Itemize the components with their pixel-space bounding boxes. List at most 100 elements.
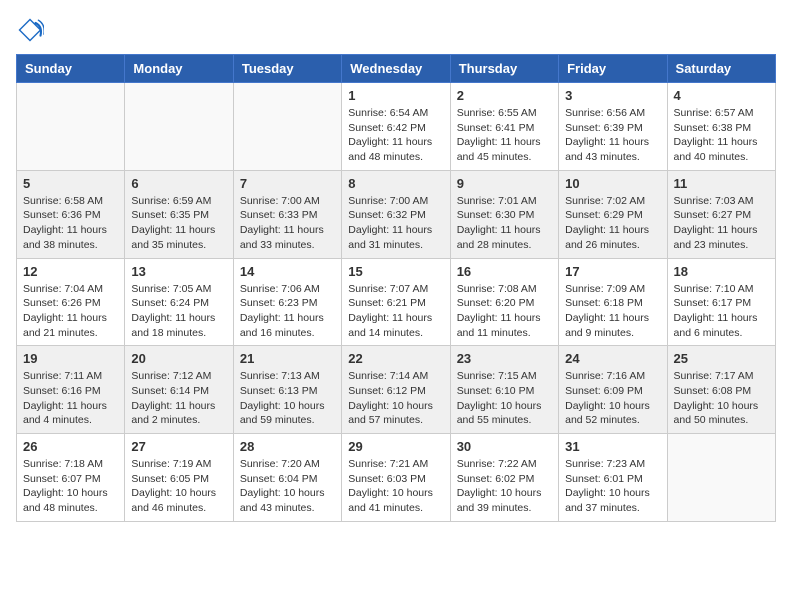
day-number: 4	[674, 88, 769, 103]
table-row: 24 Sunrise: 7:16 AM Sunset: 6:09 PM Dayli…	[559, 346, 667, 434]
day-info: Sunrise: 7:00 AM Sunset: 6:32 PM Dayligh…	[348, 194, 443, 253]
day-number: 23	[457, 351, 552, 366]
calendar-week-3: 12 Sunrise: 7:04 AM Sunset: 6:26 PM Dayli…	[17, 258, 776, 346]
day-number: 5	[23, 176, 118, 191]
day-info: Sunrise: 7:12 AM Sunset: 6:14 PM Dayligh…	[131, 369, 226, 428]
table-row	[667, 434, 775, 522]
day-info: Sunrise: 7:05 AM Sunset: 6:24 PM Dayligh…	[131, 282, 226, 341]
day-number: 15	[348, 264, 443, 279]
table-row: 22 Sunrise: 7:14 AM Sunset: 6:12 PM Dayli…	[342, 346, 450, 434]
day-info: Sunrise: 7:09 AM Sunset: 6:18 PM Dayligh…	[565, 282, 660, 341]
table-row	[125, 83, 233, 171]
day-number: 6	[131, 176, 226, 191]
day-info: Sunrise: 6:54 AM Sunset: 6:42 PM Dayligh…	[348, 106, 443, 165]
table-row: 16Sunrise: 7:08 AM Sunset: 6:20 PM Dayli…	[450, 258, 558, 346]
day-info: Sunrise: 7:16 AM Sunset: 6:09 PM Dayligh…	[565, 369, 660, 428]
calendar-table: Sunday Monday Tuesday Wednesday Thursday…	[16, 54, 776, 522]
table-row: 23 Sunrise: 7:15 AM Sunset: 6:10 PM Dayli…	[450, 346, 558, 434]
day-number: 19	[23, 351, 118, 366]
header-sunday: Sunday	[17, 55, 125, 83]
day-number: 21	[240, 351, 335, 366]
day-info: Sunrise: 7:11 AM Sunset: 6:16 PM Dayligh…	[23, 369, 118, 428]
day-info: Sunrise: 7:04 AM Sunset: 6:26 PM Dayligh…	[23, 282, 118, 341]
table-row: 8 Sunrise: 7:00 AM Sunset: 6:32 PM Daylig…	[342, 170, 450, 258]
table-row: 1 Sunrise: 6:54 AM Sunset: 6:42 PM Daylig…	[342, 83, 450, 171]
table-row: 26 Sunrise: 7:18 AM Sunset: 6:07 PM Dayli…	[17, 434, 125, 522]
header-wednesday: Wednesday	[342, 55, 450, 83]
day-number: 31	[565, 439, 660, 454]
table-row: 14 Sunrise: 7:06 AM Sunset: 6:23 PM Dayli…	[233, 258, 341, 346]
day-number: 22	[348, 351, 443, 366]
day-info: Sunrise: 6:58 AM Sunset: 6:36 PM Dayligh…	[23, 194, 118, 253]
table-row	[233, 83, 341, 171]
header-tuesday: Tuesday	[233, 55, 341, 83]
day-number: 25	[674, 351, 769, 366]
table-row: 12 Sunrise: 7:04 AM Sunset: 6:26 PM Dayli…	[17, 258, 125, 346]
day-number: 30	[457, 439, 552, 454]
header-thursday: Thursday	[450, 55, 558, 83]
table-row: 9 Sunrise: 7:01 AM Sunset: 6:30 PM Daylig…	[450, 170, 558, 258]
table-row	[17, 83, 125, 171]
day-info: Sunrise: 7:01 AM Sunset: 6:30 PM Dayligh…	[457, 194, 552, 253]
day-number: 14	[240, 264, 335, 279]
header-friday: Friday	[559, 55, 667, 83]
day-info: Sunrise: 6:59 AM Sunset: 6:35 PM Dayligh…	[131, 194, 226, 253]
day-info: Sunrise: 7:06 AM Sunset: 6:23 PM Dayligh…	[240, 282, 335, 341]
table-row: 2 Sunrise: 6:55 AM Sunset: 6:41 PM Daylig…	[450, 83, 558, 171]
calendar-week-5: 26 Sunrise: 7:18 AM Sunset: 6:07 PM Dayli…	[17, 434, 776, 522]
day-number: 9	[457, 176, 552, 191]
day-info: Sunrise: 7:02 AM Sunset: 6:29 PM Dayligh…	[565, 194, 660, 253]
day-number: 11	[674, 176, 769, 191]
logo-icon	[16, 16, 44, 44]
day-info: Sunrise: 7:13 AM Sunset: 6:13 PM Dayligh…	[240, 369, 335, 428]
day-number: 7	[240, 176, 335, 191]
table-row: 27 Sunrise: 7:19 AM Sunset: 6:05 PM Dayli…	[125, 434, 233, 522]
table-row: 6 Sunrise: 6:59 AM Sunset: 6:35 PM Daylig…	[125, 170, 233, 258]
header-saturday: Saturday	[667, 55, 775, 83]
day-number: 13	[131, 264, 226, 279]
table-row: 28 Sunrise: 7:20 AM Sunset: 6:04 PM Dayli…	[233, 434, 341, 522]
day-info: Sunrise: 7:18 AM Sunset: 6:07 PM Dayligh…	[23, 457, 118, 516]
day-number: 2	[457, 88, 552, 103]
day-info: Sunrise: 7:08 AM Sunset: 6:20 PM Dayligh…	[457, 282, 552, 341]
table-row: 18Sunrise: 7:10 AM Sunset: 6:17 PM Dayli…	[667, 258, 775, 346]
table-row: 30Sunrise: 7:22 AM Sunset: 6:02 PM Dayli…	[450, 434, 558, 522]
calendar-week-1: 1 Sunrise: 6:54 AM Sunset: 6:42 PM Daylig…	[17, 83, 776, 171]
day-number: 12	[23, 264, 118, 279]
day-number: 24	[565, 351, 660, 366]
day-number: 1	[348, 88, 443, 103]
day-number: 8	[348, 176, 443, 191]
weekday-header-row: Sunday Monday Tuesday Wednesday Thursday…	[17, 55, 776, 83]
day-info: Sunrise: 6:55 AM Sunset: 6:41 PM Dayligh…	[457, 106, 552, 165]
table-row: 15 Sunrise: 7:07 AM Sunset: 6:21 PM Dayli…	[342, 258, 450, 346]
day-number: 28	[240, 439, 335, 454]
header-monday: Monday	[125, 55, 233, 83]
day-number: 10	[565, 176, 660, 191]
table-row: 29Sunrise: 7:21 AM Sunset: 6:03 PM Dayli…	[342, 434, 450, 522]
page-header	[16, 16, 776, 44]
day-info: Sunrise: 7:19 AM Sunset: 6:05 PM Dayligh…	[131, 457, 226, 516]
logo	[16, 16, 50, 44]
day-info: Sunrise: 7:20 AM Sunset: 6:04 PM Dayligh…	[240, 457, 335, 516]
table-row: 3 Sunrise: 6:56 AM Sunset: 6:39 PM Daylig…	[559, 83, 667, 171]
day-info: Sunrise: 7:10 AM Sunset: 6:17 PM Dayligh…	[674, 282, 769, 341]
calendar-week-4: 19 Sunrise: 7:11 AM Sunset: 6:16 PM Dayli…	[17, 346, 776, 434]
day-info: Sunrise: 6:57 AM Sunset: 6:38 PM Dayligh…	[674, 106, 769, 165]
table-row: 19 Sunrise: 7:11 AM Sunset: 6:16 PM Dayli…	[17, 346, 125, 434]
table-row: 7Sunrise: 7:00 AM Sunset: 6:33 PM Daylig…	[233, 170, 341, 258]
table-row: 17Sunrise: 7:09 AM Sunset: 6:18 PM Dayli…	[559, 258, 667, 346]
table-row: 20Sunrise: 7:12 AM Sunset: 6:14 PM Dayli…	[125, 346, 233, 434]
day-number: 27	[131, 439, 226, 454]
table-row: 25 Sunrise: 7:17 AM Sunset: 6:08 PM Dayli…	[667, 346, 775, 434]
table-row: 13 Sunrise: 7:05 AM Sunset: 6:24 PM Dayli…	[125, 258, 233, 346]
day-number: 26	[23, 439, 118, 454]
day-info: Sunrise: 7:14 AM Sunset: 6:12 PM Dayligh…	[348, 369, 443, 428]
day-number: 3	[565, 88, 660, 103]
day-info: Sunrise: 6:56 AM Sunset: 6:39 PM Dayligh…	[565, 106, 660, 165]
day-info: Sunrise: 7:15 AM Sunset: 6:10 PM Dayligh…	[457, 369, 552, 428]
day-info: Sunrise: 7:07 AM Sunset: 6:21 PM Dayligh…	[348, 282, 443, 341]
table-row: 31Sunrise: 7:23 AM Sunset: 6:01 PM Dayli…	[559, 434, 667, 522]
table-row: 21 Sunrise: 7:13 AM Sunset: 6:13 PM Dayli…	[233, 346, 341, 434]
table-row: 4 Sunrise: 6:57 AM Sunset: 6:38 PM Daylig…	[667, 83, 775, 171]
day-info: Sunrise: 7:17 AM Sunset: 6:08 PM Dayligh…	[674, 369, 769, 428]
